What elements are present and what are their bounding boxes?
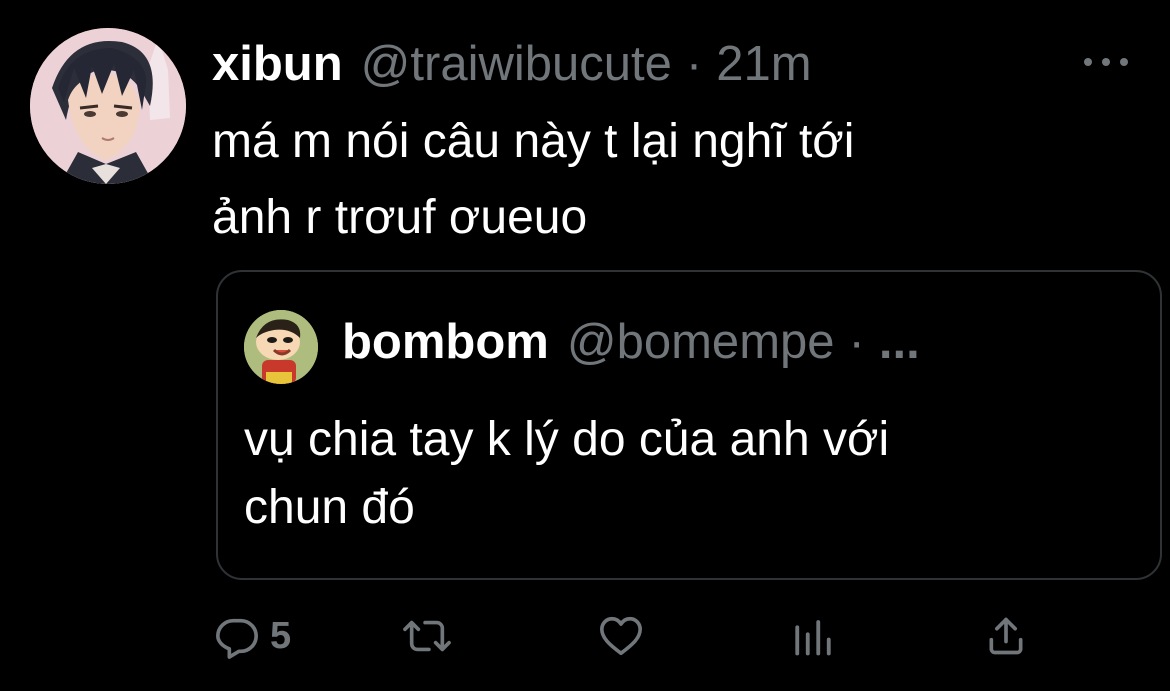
anime-character-avatar-icon bbox=[30, 28, 186, 184]
tweet-timestamp[interactable]: 21m bbox=[716, 36, 811, 92]
share-icon bbox=[989, 617, 1023, 655]
reply-count: 5 bbox=[270, 614, 292, 657]
separator-dot: · bbox=[685, 37, 703, 91]
quoted-author-avatar[interactable] bbox=[244, 310, 318, 384]
reply-icon bbox=[216, 618, 258, 659]
more-dot bbox=[1102, 58, 1110, 66]
retweet-icon bbox=[403, 620, 451, 652]
reply-button[interactable]: 5 bbox=[214, 606, 291, 666]
more-dot bbox=[1084, 58, 1092, 66]
tweet-actions-bar: 5 bbox=[0, 606, 1170, 666]
quoted-tweet-text: vụ chia tay k lý do của anh với chun đó bbox=[244, 413, 890, 534]
share-button[interactable] bbox=[984, 606, 1028, 666]
more-options-icon[interactable] bbox=[1084, 52, 1128, 72]
quoted-author-handle[interactable]: @bomempe bbox=[567, 314, 835, 370]
author-display-name[interactable]: xibun bbox=[212, 36, 343, 92]
quoted-author-display-name[interactable]: bombom bbox=[342, 314, 549, 370]
analytics-button[interactable] bbox=[792, 606, 834, 666]
tweet-header: xibun @traiwibucute · 21m bbox=[212, 36, 812, 92]
quoted-time-ellipsis: ... bbox=[878, 315, 920, 369]
like-button[interactable] bbox=[598, 606, 644, 666]
retweet-button[interactable] bbox=[402, 606, 452, 666]
analytics-icon bbox=[795, 620, 831, 656]
tweet: xibun @traiwibucute · 21m má m nói câu n… bbox=[0, 0, 1170, 691]
tweet-text: má m nói câu này t lại nghĩ tới ảnh r tr… bbox=[212, 115, 855, 244]
quoted-separator-dot: · bbox=[848, 315, 865, 369]
author-handle[interactable]: @traiwibucute bbox=[361, 36, 672, 92]
quoted-tweet[interactable]: bombom @bomempe · ... vụ chia tay k lý d… bbox=[216, 270, 1162, 580]
heart-icon bbox=[600, 616, 642, 656]
quoted-tweet-header: bombom @bomempe · ... bbox=[342, 314, 920, 370]
cartoon-character-avatar-icon bbox=[244, 310, 318, 384]
more-dot bbox=[1120, 58, 1128, 66]
author-avatar[interactable] bbox=[30, 28, 186, 184]
